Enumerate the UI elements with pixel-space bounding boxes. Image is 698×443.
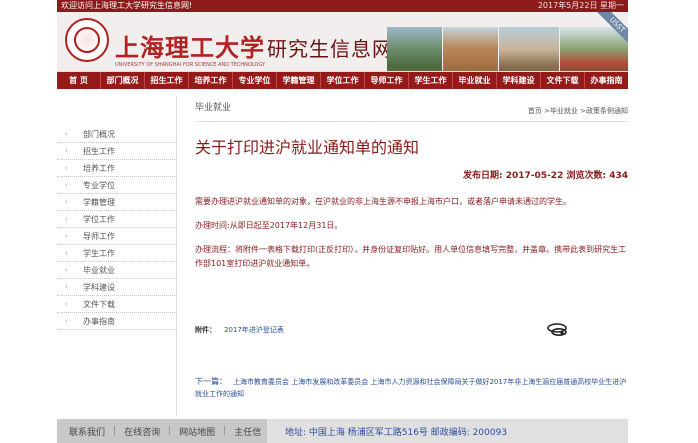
campus-photo: [387, 27, 442, 71]
nav-item[interactable]: 毕业就业: [453, 72, 497, 89]
sidebar-item-label: 毕业就业: [83, 266, 115, 275]
sidebar-item-label: 学科建设: [83, 283, 115, 292]
arrow-right-icon: ›: [65, 300, 68, 308]
footer: 联系我们 | 在线咨询 | 网站地图 | 主任信 地址: 中国上海 杨浦区军工路516…: [57, 419, 628, 443]
arrow-right-icon: ›: [65, 181, 68, 189]
footer-link[interactable]: 在线咨询: [124, 425, 160, 438]
attachment-link[interactable]: 2017年进沪登记表: [224, 326, 284, 334]
arrow-right-icon: ›: [65, 147, 68, 155]
main-content: 毕业就业 首页 >毕业就业 >政策条例通知 关于打印进沪就业通知单的通知 发布日…: [195, 96, 628, 416]
next-article-link[interactable]: 上海市教育委员会 上海市发展和改革委员会 上海市人力资源和社会保障局关于做好20…: [195, 378, 626, 398]
sidebar-item[interactable]: › 专业学位: [57, 177, 177, 194]
welcome-text: 欢迎访问上海理工大学研究生信息网!: [61, 1, 193, 10]
arrow-right-icon: ›: [65, 266, 68, 274]
nav-item[interactable]: 文件下载: [541, 72, 585, 89]
sidebar-item-label: 招生工作: [83, 147, 115, 156]
site-title-main: 上海理工大学: [115, 33, 265, 62]
sidebar-item[interactable]: › 毕业就业: [57, 262, 177, 279]
site-banner: 上海理工大学 研究生信息网 UNIVERSITY OF SHANGHAI FOR …: [57, 12, 628, 72]
article-title: 关于打印进沪就业通知单的通知: [195, 138, 420, 157]
campus-photo: [499, 27, 559, 71]
sidebar-item[interactable]: › 导师工作: [57, 228, 177, 245]
sidebar-item-label: 办事指南: [83, 317, 115, 326]
nav-item[interactable]: 专业学位: [233, 72, 277, 89]
nav-item[interactable]: 学籍管理: [277, 72, 321, 89]
article-paragraph: 办理流程：将附件一表格下载打印(正反打印），并身份证复印贴好。用人单位信息填写完…: [195, 245, 627, 268]
footer-address: 地址: 中国上海 杨浦区军工路516号 邮政编码: 200093: [267, 419, 628, 443]
arrow-right-icon: ›: [65, 249, 68, 257]
article-meta: 发布日期: 2017-05-22 浏览次数: 434: [463, 171, 628, 181]
footer-link[interactable]: 主任信: [234, 425, 261, 438]
sidebar-item-label: 部门概况: [83, 130, 115, 139]
paperclip-icon[interactable]: [547, 322, 569, 338]
page: 欢迎访问上海理工大学研究生信息网! 2017年5月22日 星期一 上海理工大学研…: [57, 0, 628, 443]
sidebar-item-label: 学籍管理: [83, 198, 115, 207]
nav-item[interactable]: 部门概况: [101, 72, 145, 89]
arrow-right-icon: ›: [65, 164, 68, 172]
nav-item[interactable]: 首 页: [57, 72, 101, 89]
date-text: 2017年5月22日 星期一: [537, 1, 624, 10]
sidebar-menu: › 部门概况 › 招生工作 › 培养工作 › 专业学位 › 学籍管理 › 学位工作 › 导师工…: [57, 126, 177, 330]
nav-item[interactable]: 招生工作: [145, 72, 189, 89]
article-paragraph: 需要办理进沪就业通知单的对象，在沪就业的非上海生源不申报上海市户口，或者落户申请…: [195, 197, 571, 206]
arrow-right-icon: ›: [65, 283, 68, 291]
campus-photo: [560, 27, 628, 71]
nav-item[interactable]: 学生工作: [409, 72, 453, 89]
main-nav: 首 页 部门概况 招生工作 培养工作 专业学位 学籍管理 学位工作 导师工作 学…: [57, 72, 628, 89]
footer-links: 联系我们 | 在线咨询 | 网站地图 | 主任信: [57, 419, 267, 443]
sidebar-item[interactable]: › 培养工作: [57, 160, 177, 177]
next-article-label: 下一篇：: [195, 377, 227, 386]
footer-link[interactable]: 联系我们: [69, 425, 105, 438]
arrow-right-icon: ›: [65, 198, 68, 206]
site-title-english: UNIVERSITY OF SHANGHAI FOR SCIENCE AND T…: [115, 62, 266, 68]
sidebar-item[interactable]: › 学籍管理: [57, 194, 177, 211]
section-header: 毕业就业 首页 >毕业就业 >政策条例通知: [195, 96, 628, 122]
sidebar-item-label: 导师工作: [83, 232, 115, 241]
sidebar-item[interactable]: › 学生工作: [57, 245, 177, 262]
sidebar-item[interactable]: › 学位工作: [57, 211, 177, 228]
sidebar-item-label: 专业学位: [83, 181, 115, 190]
site-title[interactable]: 上海理工大学 研究生信息网: [115, 28, 393, 63]
sidebar-item[interactable]: › 办事指南: [57, 313, 177, 330]
sidebar: › 部门概况 › 招生工作 › 培养工作 › 专业学位 › 学籍管理 › 学位工作 › 导师工…: [57, 96, 177, 416]
campus-photo: [443, 27, 498, 71]
next-article: 下一篇： 上海市教育委员会 上海市发展和改革委员会 上海市人力资源和社会保障局关于…: [195, 376, 628, 400]
attachment-label: 附件：: [195, 326, 216, 334]
arrow-right-icon: ›: [65, 232, 68, 240]
sidebar-item[interactable]: › 文件下载: [57, 296, 177, 313]
sidebar-item[interactable]: › 部门概况: [57, 126, 177, 143]
university-seal-logo[interactable]: [65, 18, 109, 62]
nav-item[interactable]: 学科建设: [497, 72, 541, 89]
sidebar-item[interactable]: › 招生工作: [57, 143, 177, 160]
nav-item[interactable]: 导师工作: [365, 72, 409, 89]
sidebar-item-label: 学位工作: [83, 215, 115, 224]
sidebar-item-label: 学生工作: [83, 249, 115, 258]
arrow-right-icon: ›: [65, 130, 68, 138]
arrow-right-icon: ›: [65, 215, 68, 223]
sidebar-item[interactable]: › 学科建设: [57, 279, 177, 296]
arrow-right-icon: ›: [65, 317, 68, 325]
top-bar: 欢迎访问上海理工大学研究生信息网! 2017年5月22日 星期一: [57, 0, 628, 12]
sidebar-item-label: 培养工作: [83, 164, 115, 173]
footer-link[interactable]: 网站地图: [179, 425, 215, 438]
nav-item[interactable]: 学位工作: [321, 72, 365, 89]
breadcrumb[interactable]: 首页 >毕业就业 >政策条例通知: [528, 106, 628, 116]
nav-item[interactable]: 培养工作: [189, 72, 233, 89]
nav-item[interactable]: 办事指南: [585, 72, 628, 89]
sidebar-item-label: 文件下载: [83, 300, 115, 309]
section-title: 毕业就业: [195, 103, 232, 113]
article-paragraph: 办理时间:从即日起至2017年12月31日。: [195, 221, 343, 230]
site-title-sub: 研究生信息网: [267, 37, 393, 61]
attachment: 附件： 2017年进沪登记表: [195, 325, 284, 335]
